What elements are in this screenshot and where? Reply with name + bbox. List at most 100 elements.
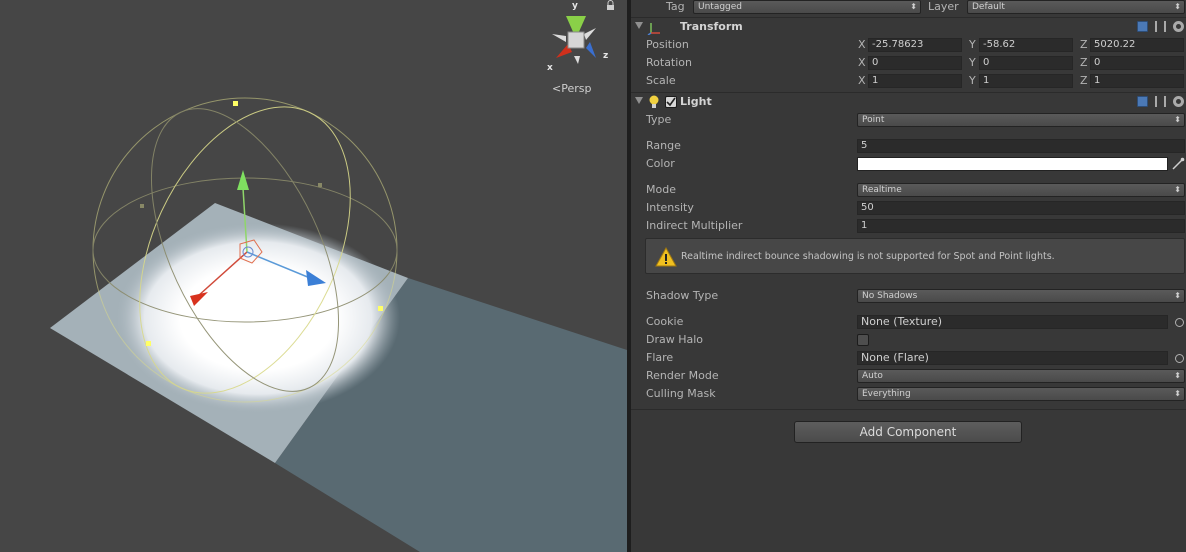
- mode-row: Mode Realtime ⬍: [631, 181, 1186, 199]
- help-book-icon[interactable]: [1137, 21, 1148, 32]
- axis-x-label: X: [858, 56, 866, 69]
- warning-helpbox: Realtime indirect bounce shadowing is no…: [645, 238, 1185, 274]
- scale-label: Scale: [646, 74, 676, 87]
- presets-icon[interactable]: [1155, 96, 1166, 107]
- intensity-row: Intensity 50: [631, 199, 1186, 217]
- dropdown-arrow-icon: ⬍: [1174, 185, 1181, 194]
- range-field[interactable]: 5: [857, 139, 1185, 153]
- axis-x-label: x: [547, 63, 553, 73]
- type-value: Point: [862, 115, 885, 125]
- indirect-multiplier-row: Indirect Multiplier 1: [631, 217, 1186, 235]
- dropdown-arrow-icon: ⬍: [1174, 371, 1181, 380]
- scene-view[interactable]: y x z <Persp: [0, 0, 627, 552]
- axis-y-label: Y: [969, 74, 976, 87]
- light-header[interactable]: Light: [631, 94, 1186, 112]
- type-dropdown[interactable]: Point ⬍: [857, 113, 1185, 127]
- intensity-field[interactable]: 50: [857, 201, 1185, 215]
- separator: [631, 17, 1186, 18]
- cookie-field[interactable]: None (Texture): [857, 315, 1168, 329]
- warning-icon: [655, 247, 677, 267]
- culling-mask-row: Culling Mask Everything ⬍: [631, 385, 1186, 403]
- transform-header-icons: [1130, 21, 1184, 33]
- gear-icon[interactable]: [1173, 96, 1184, 107]
- rotation-z-field[interactable]: 0: [1090, 56, 1184, 70]
- flare-label: Flare: [646, 351, 674, 364]
- axis-z-label: z: [603, 51, 608, 61]
- scale-z-field[interactable]: 1: [1090, 74, 1184, 88]
- lock-icon[interactable]: [607, 0, 614, 11]
- shadow-type-dropdown[interactable]: No Shadows ⬍: [857, 289, 1185, 303]
- projection-label: Persp: [561, 82, 592, 95]
- gear-icon[interactable]: [1173, 21, 1184, 32]
- inspector-panel: Tag Untagged ⬍ Layer Default ⬍ Transform P…: [631, 0, 1186, 552]
- axis-z-label: Z: [1080, 74, 1088, 87]
- position-z-field[interactable]: 5020.22: [1090, 38, 1184, 52]
- axis-x-label: X: [858, 38, 866, 51]
- flare-field[interactable]: None (Flare): [857, 351, 1168, 365]
- light-header-icons: [1130, 96, 1184, 108]
- type-row: Type Point ⬍: [631, 111, 1186, 129]
- position-label: Position: [646, 38, 689, 51]
- position-y-field[interactable]: -58.62: [979, 38, 1073, 52]
- axis-x-label: X: [858, 74, 866, 87]
- tag-dropdown[interactable]: Untagged ⬍: [693, 0, 921, 14]
- intensity-label: Intensity: [646, 201, 694, 214]
- help-book-icon[interactable]: [1137, 96, 1148, 107]
- shadow-type-value: No Shadows: [862, 291, 918, 301]
- draw-halo-row: Draw Halo: [631, 331, 1186, 349]
- color-row: Color: [631, 155, 1186, 173]
- scene-canvas[interactable]: y x z: [0, 0, 627, 552]
- foldout-arrow-icon[interactable]: [635, 22, 643, 29]
- draw-halo-checkbox[interactable]: [857, 334, 869, 346]
- scale-x-field[interactable]: 1: [868, 74, 962, 88]
- object-picker-icon[interactable]: [1175, 354, 1184, 363]
- warning-message: Realtime indirect bounce shadowing is no…: [681, 251, 1055, 262]
- mode-label: Mode: [646, 183, 676, 196]
- orientation-gizmo[interactable]: y x z: [547, 1, 608, 73]
- light-enabled-checkbox[interactable]: [665, 96, 677, 108]
- culling-mask-value: Everything: [862, 389, 911, 399]
- axis-y-label: Y: [969, 38, 976, 51]
- add-component-button[interactable]: Add Component: [794, 421, 1022, 443]
- tag-value: Untagged: [698, 2, 743, 12]
- range-label: Range: [646, 139, 681, 152]
- axis-y-label: Y: [969, 56, 976, 69]
- range-row: Range 5: [631, 137, 1186, 155]
- rotation-row: Rotation X 0 Y 0 Z 0: [631, 54, 1186, 72]
- rotation-y-field[interactable]: 0: [979, 56, 1073, 70]
- mode-value: Realtime: [862, 185, 902, 195]
- axis-y-label: y: [572, 1, 578, 11]
- shadow-type-label: Shadow Type: [646, 289, 719, 302]
- scale-row: Scale X 1 Y 1 Z 1: [631, 72, 1186, 90]
- rotation-x-field[interactable]: 0: [868, 56, 962, 70]
- flare-row: Flare None (Flare): [631, 349, 1186, 367]
- transform-title: Transform: [680, 20, 743, 33]
- light-glow: [116, 223, 400, 413]
- mode-dropdown[interactable]: Realtime ⬍: [857, 183, 1185, 197]
- render-mode-row: Render Mode Auto ⬍: [631, 367, 1186, 385]
- culling-mask-dropdown[interactable]: Everything ⬍: [857, 387, 1185, 401]
- layer-dropdown[interactable]: Default ⬍: [967, 0, 1185, 14]
- type-label: Type: [646, 113, 672, 126]
- color-swatch[interactable]: [857, 157, 1168, 171]
- dropdown-arrow-icon: ⬍: [1174, 389, 1181, 398]
- scale-y-field[interactable]: 1: [979, 74, 1073, 88]
- transform-header[interactable]: Transform: [631, 19, 1186, 37]
- foldout-arrow-icon[interactable]: [635, 97, 643, 104]
- layer-label: Layer: [928, 0, 959, 13]
- cookie-row: Cookie None (Texture): [631, 313, 1186, 331]
- indirect-multiplier-label: Indirect Multiplier: [646, 219, 743, 232]
- object-picker-icon[interactable]: [1175, 318, 1184, 327]
- indirect-multiplier-field[interactable]: 1: [857, 219, 1185, 233]
- separator: [631, 409, 1186, 410]
- render-mode-dropdown[interactable]: Auto ⬍: [857, 369, 1185, 383]
- eyedropper-icon[interactable]: [1171, 157, 1185, 171]
- presets-icon[interactable]: [1155, 21, 1166, 32]
- transform-icon: [647, 23, 660, 35]
- lightbulb-icon: [649, 95, 659, 108]
- tag-label: Tag: [666, 0, 685, 13]
- projection-icon: <: [552, 82, 562, 95]
- dropdown-arrow-icon: ⬍: [910, 2, 917, 11]
- projection-toggle[interactable]: <Persp: [552, 82, 591, 95]
- position-x-field[interactable]: -25.78623: [868, 38, 962, 52]
